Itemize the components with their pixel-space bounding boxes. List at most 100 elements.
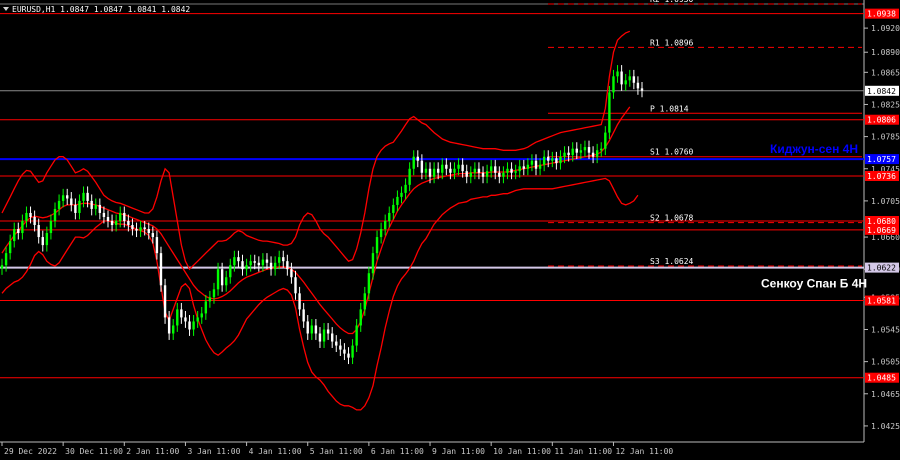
candle-body-150 bbox=[612, 76, 615, 93]
candle-body-64 bbox=[261, 259, 265, 266]
y-tick-label-1: 1.0890 bbox=[871, 48, 900, 57]
candle-body-58 bbox=[237, 257, 240, 262]
candle-body-42 bbox=[172, 325, 175, 334]
candle-body-56 bbox=[229, 265, 232, 278]
candle-body-74 bbox=[302, 309, 305, 322]
x-tick-label-3: 3 Jan 11:00 bbox=[187, 447, 240, 456]
candle-body-104 bbox=[424, 168, 428, 173]
y-tick-label-6: 1.0705 bbox=[871, 197, 900, 206]
candle-body-31 bbox=[127, 220, 130, 226]
candle-body-149 bbox=[608, 92, 611, 133]
candle-body-76 bbox=[310, 325, 314, 334]
candle-body-25 bbox=[102, 212, 106, 217]
candle-body-84 bbox=[343, 349, 346, 354]
candle-body-148 bbox=[604, 132, 607, 149]
candle-body-108 bbox=[441, 164, 444, 173]
candle-body-98 bbox=[400, 192, 403, 197]
candle-body-68 bbox=[277, 257, 281, 263]
candle-body-135 bbox=[551, 158, 554, 161]
level-tag-4: 1.0669 bbox=[867, 226, 896, 235]
candle-body-24 bbox=[98, 204, 102, 213]
candle-body-140 bbox=[571, 148, 574, 156]
candle-body-16 bbox=[66, 195, 69, 199]
candle-body-85 bbox=[347, 353, 350, 358]
candle-body-97 bbox=[396, 196, 399, 205]
symbol-header: EURUSD,H1 1.0847 1.0847 1.0841 1.0842 bbox=[12, 5, 190, 14]
candle-body-30 bbox=[123, 212, 126, 221]
candle-body-107 bbox=[436, 168, 440, 173]
candle-body-95 bbox=[388, 212, 391, 221]
candle-body-59 bbox=[241, 261, 244, 270]
y-tick-label-0: 1.0920 bbox=[871, 24, 900, 33]
pivot-label-0: R2 1.0950 bbox=[650, 0, 694, 4]
candle-body-121 bbox=[494, 166, 497, 173]
candle-body-18 bbox=[74, 204, 77, 213]
price-chart[interactable]: R2 1.0950 R1 1.0896 P 1.0814 S1 1.0760 S2 1.… bbox=[0, 0, 900, 460]
current-price-tag: 1.0842 bbox=[867, 87, 896, 96]
candle-body-23 bbox=[94, 204, 97, 209]
candle-body-33 bbox=[135, 229, 138, 231]
candle-body-21 bbox=[86, 192, 89, 201]
candle-body-86 bbox=[351, 345, 354, 358]
candle-body-44 bbox=[180, 309, 183, 318]
candle-body-63 bbox=[257, 262, 261, 266]
y-tick-label-2: 1.0865 bbox=[871, 68, 900, 77]
candle-body-94 bbox=[383, 220, 387, 230]
candle-body-20 bbox=[82, 192, 85, 201]
candle-body-155 bbox=[632, 76, 636, 83]
candle-body-101 bbox=[412, 156, 415, 169]
level-tag-0: 1.0938 bbox=[867, 10, 896, 19]
candle-body-54 bbox=[220, 269, 224, 286]
candle-body-102 bbox=[416, 156, 419, 161]
pivot-label-5: S3 1.0624 bbox=[650, 257, 694, 266]
candle-body-2 bbox=[8, 241, 12, 254]
candle-body-60 bbox=[245, 265, 248, 270]
candle-body-38 bbox=[155, 237, 159, 254]
candle-body-130 bbox=[530, 160, 534, 165]
candle-body-70 bbox=[286, 261, 289, 270]
candle-body-4 bbox=[17, 229, 20, 234]
level-tag-5: 1.0581 bbox=[867, 297, 896, 306]
candle-body-83 bbox=[339, 345, 342, 350]
candle-body-89 bbox=[363, 293, 367, 310]
candle-body-137 bbox=[559, 156, 562, 164]
level-tag-1: 1.0806 bbox=[867, 116, 896, 125]
candle-body-15 bbox=[61, 195, 65, 201]
candle-body-51 bbox=[208, 297, 212, 302]
candle-body-131 bbox=[534, 160, 538, 169]
candle-body-123 bbox=[502, 172, 505, 177]
candle-body-3 bbox=[13, 229, 16, 242]
candle-body-46 bbox=[188, 321, 191, 330]
candle-body-118 bbox=[481, 172, 485, 177]
candle-body-50 bbox=[204, 301, 208, 314]
candle-body-71 bbox=[290, 269, 293, 278]
candle-body-65 bbox=[265, 259, 269, 263]
candle-body-13 bbox=[53, 208, 57, 221]
candle-body-87 bbox=[355, 325, 358, 346]
candle-body-117 bbox=[477, 168, 481, 173]
candle-body-34 bbox=[139, 227, 142, 231]
candle-body-100 bbox=[408, 168, 411, 185]
candle-body-88 bbox=[359, 309, 362, 326]
candle-body-47 bbox=[192, 321, 195, 330]
x-tick-label-0: 29 Dec 2022 bbox=[4, 447, 57, 456]
candle-body-129 bbox=[526, 164, 530, 169]
candle-body-120 bbox=[489, 166, 493, 172]
candle-body-49 bbox=[200, 313, 203, 318]
candle-body-26 bbox=[106, 216, 110, 221]
x-tick-label-2: 2 Jan 11:00 bbox=[126, 447, 179, 456]
candle-body-80 bbox=[326, 329, 330, 334]
pivot-label-1: R1 1.0896 bbox=[650, 38, 694, 47]
candle-body-119 bbox=[485, 171, 489, 177]
candle-body-19 bbox=[78, 200, 81, 213]
candle-body-5 bbox=[21, 220, 24, 234]
candle-body-90 bbox=[367, 273, 371, 294]
candle-body-41 bbox=[167, 317, 171, 334]
y-tick-label-3: 1.0825 bbox=[871, 100, 900, 109]
candle-body-93 bbox=[379, 229, 383, 238]
candle-body-10 bbox=[41, 237, 44, 246]
candle-body-152 bbox=[620, 71, 623, 85]
y-tick-label-10: 1.0545 bbox=[871, 325, 900, 334]
candle-body-126 bbox=[514, 171, 517, 173]
candle-body-105 bbox=[428, 168, 432, 177]
